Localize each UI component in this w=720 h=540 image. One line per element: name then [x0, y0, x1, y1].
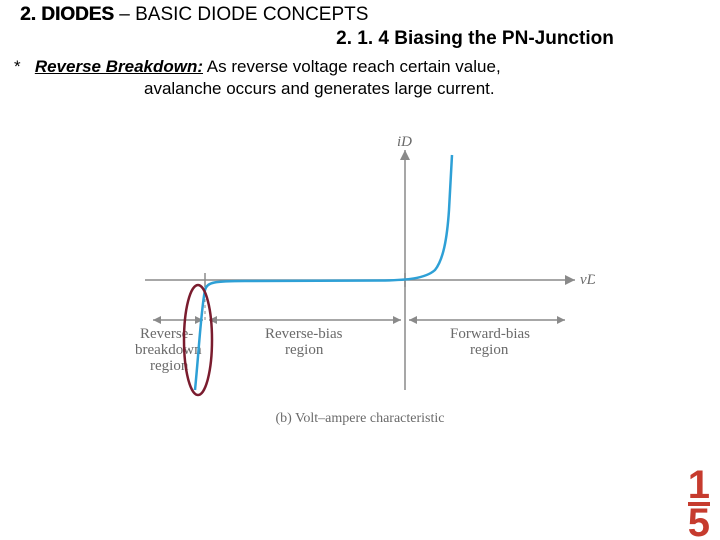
iv-curve-chart: iD vD Reverse- breakdown region Reverse-…	[125, 130, 595, 430]
page-number-d1: 1	[688, 468, 710, 502]
body-text: * Reverse Breakdown: As reverse voltage …	[0, 50, 720, 100]
region-reverse-bias-l1: Reverse-bias	[265, 326, 343, 342]
iv-curve	[195, 155, 452, 390]
ylabel: iD	[397, 134, 412, 150]
section-subtitle: 2. 1. 4 Biasing the PN-Junction	[240, 28, 710, 50]
region-forward-bias-l1: Forward-bias	[450, 326, 530, 342]
body-line2: avalanche occurs and generates large cur…	[144, 78, 700, 100]
page-number: 1 5	[688, 468, 710, 540]
page-number-d2: 5	[688, 502, 710, 540]
bullet-star: *	[14, 57, 21, 76]
region-reverse-breakdown-l3: region	[150, 358, 189, 374]
title-rest: – BASIC DIODE CONCEPTS	[114, 4, 368, 25]
chapter-label: 2. DIODES	[20, 4, 114, 25]
chart-caption: (b) Volt–ampere characteristic	[276, 411, 445, 426]
region-forward-bias-l2: region	[470, 342, 509, 358]
body-line1: As reverse voltage reach certain value,	[203, 57, 501, 76]
slide-header: 2. DIODES – BASIC DIODE CONCEPTS 2. 1. 4…	[0, 0, 720, 50]
region-reverse-breakdown-l2: breakdown	[135, 342, 202, 358]
term-reverse-breakdown: Reverse Breakdown:	[35, 57, 203, 76]
region-reverse-bias-l2: region	[285, 342, 324, 358]
xlabel: vD	[580, 272, 595, 288]
title-line: 2. DIODES – BASIC DIODE CONCEPTS	[20, 4, 710, 26]
